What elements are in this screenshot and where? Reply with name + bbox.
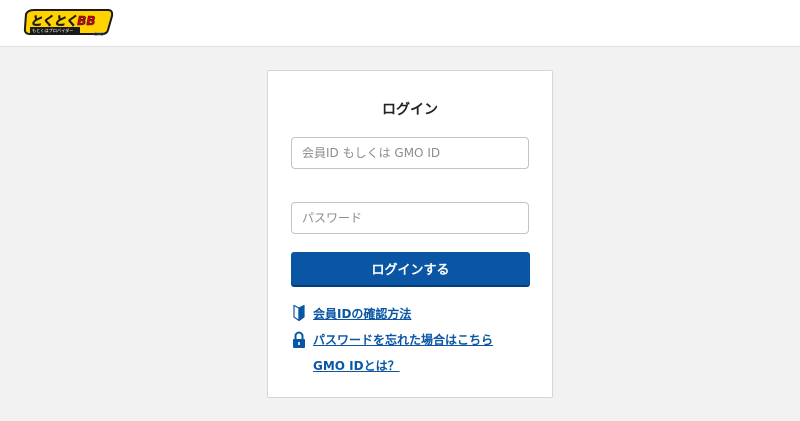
login-title: ログイン <box>382 102 438 118</box>
site-header: とくとくBB もとくはプロバイダー GMO <box>0 0 800 47</box>
logo-tagline: もとくはプロバイダー <box>32 27 74 34</box>
lock-icon <box>291 330 307 348</box>
member-id-help-link[interactable]: 会員IDの確認方法 <box>313 305 411 322</box>
link-row-member-id-help: 会員IDの確認方法 <box>291 303 411 323</box>
member-id-input[interactable] <box>291 137 529 169</box>
login-card: ログイン ログインする 会員IDの確認方法 パスワードを忘れた場合はこちら GM… <box>267 70 553 398</box>
logo-wordmark: とくとくBB <box>30 14 96 28</box>
logo-gmo: GMO <box>94 32 104 37</box>
beginner-mark-icon <box>291 304 307 322</box>
gmo-id-about-link[interactable]: GMO IDとは？ <box>313 357 400 374</box>
link-row-forgot-password: パスワードを忘れた場合はこちら <box>291 329 493 349</box>
password-input[interactable] <box>291 202 529 234</box>
tokutoku-bb-logo[interactable]: とくとくBB もとくはプロバイダー GMO <box>22 8 114 38</box>
link-row-gmo-id-about: GMO IDとは？ <box>291 355 400 375</box>
login-submit-button[interactable]: ログインする <box>291 252 530 285</box>
forgot-password-link[interactable]: パスワードを忘れた場合はこちら <box>313 331 493 348</box>
